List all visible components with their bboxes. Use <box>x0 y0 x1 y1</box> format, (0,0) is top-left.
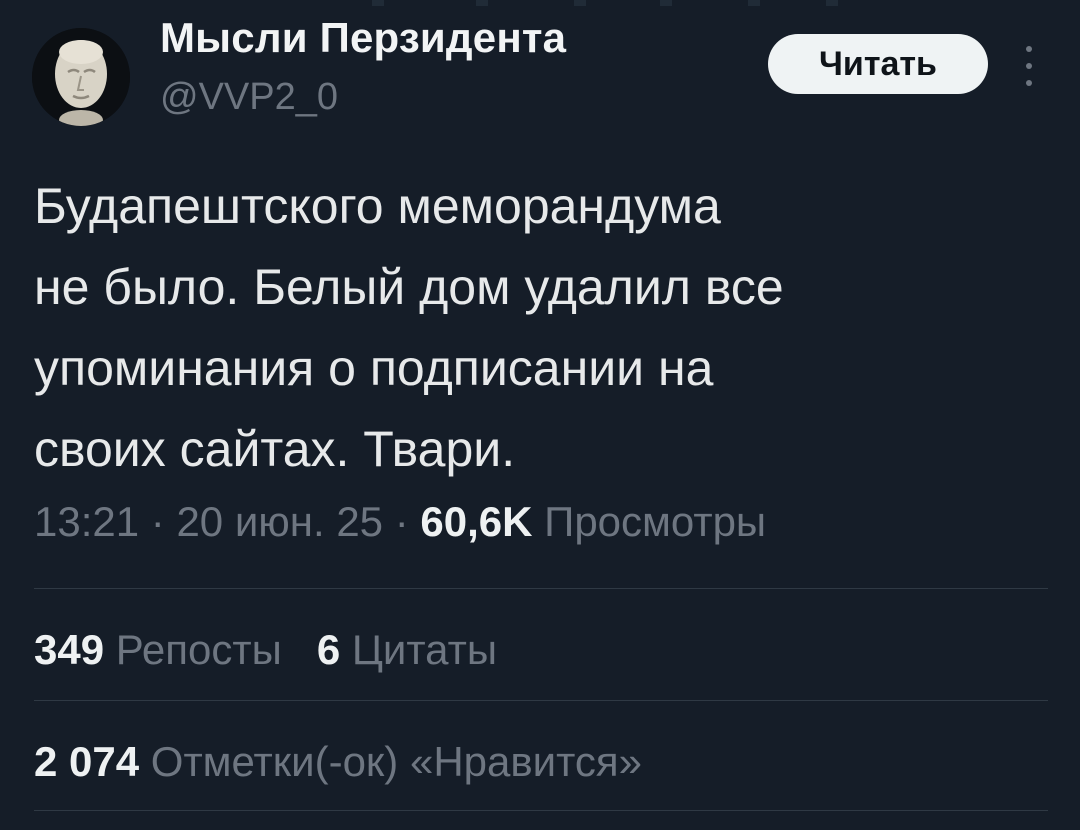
tweet-header: Мысли Перзидента @VVP2_0 Читать <box>0 0 1080 140</box>
death-mask-avatar-icon <box>32 28 130 126</box>
author-avatar[interactable] <box>32 28 130 126</box>
reposts-link[interactable]: 349 Репосты <box>34 626 282 673</box>
quotes-count: 6 <box>316 626 341 673</box>
quotes-link[interactable]: 6 Цитаты <box>317 626 497 673</box>
tweet-line: упоминания о подписании на <box>34 340 714 396</box>
likes-row[interactable]: 2 074 Отметки(-ок) «Нравится» <box>34 738 642 786</box>
quotes-label: Цитаты <box>351 626 498 673</box>
divider <box>34 700 1048 701</box>
tweet-line: не было. Белый дом удалил все <box>34 259 784 315</box>
views-count: 60,6K <box>420 498 533 545</box>
author-display-name[interactable]: Мысли Перзидента <box>160 14 566 62</box>
tweet-line: своих сайтах. Твари. <box>34 421 516 477</box>
reposts-label: Репосты <box>115 626 282 673</box>
likes-count: 2 074 <box>34 738 140 785</box>
tweet-text: Будапештского меморандума не было. Белый… <box>34 166 1044 490</box>
meta-separator: · <box>383 498 421 545</box>
views-label: Просмотры <box>544 498 767 545</box>
divider <box>34 588 1048 589</box>
meta-separator: · <box>139 498 177 545</box>
divider <box>34 810 1048 811</box>
tweet-time[interactable]: 13:21 <box>34 498 139 545</box>
tweet-line: Будапештского меморандума <box>34 178 721 234</box>
follow-button[interactable]: Читать <box>768 34 988 94</box>
tweet-metadata: 13:21 · 20 июн. 25 · 60,6K Просмотры <box>34 498 766 546</box>
reposts-count: 349 <box>34 626 105 673</box>
reposts-quotes-row: 349 Репосты 6 Цитаты <box>34 626 497 674</box>
tweet-date[interactable]: 20 июн. 25 <box>176 498 383 545</box>
likes-label: Отметки(-ок) «Нравится» <box>150 738 643 785</box>
author-handle[interactable]: @VVP2_0 <box>160 76 338 119</box>
more-vertical-icon[interactable] <box>1016 46 1042 86</box>
